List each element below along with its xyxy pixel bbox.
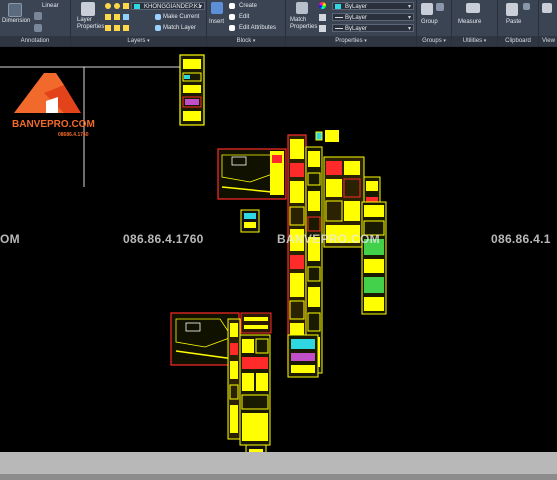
lineweight-value: ByLayer	[345, 15, 368, 21]
clipboard-panel: Paste Clipboard	[498, 0, 539, 46]
properties-panel-title-text: Properties	[335, 38, 363, 44]
lightbulb-icon[interactable]	[105, 3, 111, 9]
utilities-panel-title[interactable]: Utilities ▾	[452, 36, 497, 46]
table-icon[interactable]	[34, 24, 42, 32]
utilities-panel: Measure Utilities ▾	[452, 0, 498, 46]
sheet-group-small-detail	[240, 209, 260, 233]
color-dropdown[interactable]: ByLayer ▾	[332, 2, 414, 10]
lock-icon[interactable]	[123, 3, 129, 9]
chevron-down-icon: ▾	[483, 38, 487, 44]
properties-panel: Match Properties ByLayer ▾ ByLayer ▾ ByL…	[286, 0, 417, 46]
edit-block-button[interactable]: Edit	[239, 14, 249, 21]
layer-properties-icon[interactable]	[81, 2, 95, 16]
utilities-panel-title-text: Utilities	[462, 38, 483, 44]
layer-properties-button[interactable]: Layer Properties	[77, 17, 104, 31]
layer-dropdown[interactable]: KHONGGIANDEP.K1 ▾	[131, 2, 205, 10]
watermark-phone-right: 086.86.4.1	[491, 232, 551, 246]
sheet-group-plan-top	[217, 148, 287, 200]
copy-icon[interactable]	[523, 3, 530, 10]
chevron-down-icon: ▾	[407, 15, 411, 21]
match-layer-button[interactable]: Match Layer	[163, 25, 196, 32]
layers-panel-title[interactable]: Layers ▾	[71, 36, 206, 46]
match-properties-icon[interactable]	[296, 2, 308, 14]
linear-button[interactable]: Linear	[42, 3, 59, 10]
linetype-dropdown[interactable]: ByLayer ▾	[332, 24, 414, 32]
logo-phone: 08686.4.1760	[58, 132, 89, 138]
create-block-button[interactable]: Create	[239, 3, 257, 10]
status-bar-strip	[0, 474, 557, 480]
block-panel-title[interactable]: Block ▾	[207, 36, 285, 46]
linetype-value: ByLayer	[345, 26, 368, 32]
annotation-panel-title[interactable]: Annotation	[0, 36, 70, 46]
groups-panel-title-text: Groups	[422, 38, 442, 44]
current-layer-value: KHONGGIANDEP.K1	[144, 4, 202, 10]
paste-button[interactable]: Paste	[506, 19, 521, 26]
chevron-down-icon: ▾	[364, 38, 367, 44]
color-swatch	[335, 4, 341, 9]
groups-panel-title[interactable]: Groups ▾	[417, 36, 451, 46]
chevron-down-icon: ▾	[252, 38, 256, 44]
create-block-icon	[229, 3, 235, 9]
leader-icon[interactable]	[34, 12, 42, 20]
edit-block-icon	[229, 14, 235, 20]
make-current-icon	[155, 14, 161, 20]
insert-icon[interactable]	[211, 2, 223, 14]
watermark-left-fragment: OM	[0, 232, 20, 246]
lineweight-dropdown[interactable]: ByLayer ▾	[332, 13, 414, 21]
match-properties-button[interactable]: Match Properties	[290, 17, 317, 31]
dimension-icon[interactable]	[8, 3, 22, 17]
sun-icon[interactable]	[114, 3, 120, 9]
linetype-sample	[335, 28, 343, 29]
properties-panel-title[interactable]: Properties ▾	[286, 36, 416, 46]
layer-freeze-icon[interactable]	[123, 14, 129, 20]
block-panel: Insert Create Edit Edit Attributes Block…	[207, 0, 286, 46]
layers-panel: Layer Properties KHONGGIANDEP.K1 ▾ Make …	[71, 0, 207, 46]
view-panel-title[interactable]: View	[539, 36, 557, 46]
lineweight-sample	[335, 17, 343, 18]
banvepro-logo-icon	[14, 73, 81, 113]
annotation-panel: Dimension Linear Annotation	[0, 0, 71, 46]
edit-attributes-icon	[229, 25, 235, 31]
layer-isolate-icon[interactable]	[105, 14, 111, 20]
chevron-down-icon: ▾	[443, 38, 446, 44]
block-panel-title-text: Block	[236, 38, 252, 44]
watermark-phone-center: 086.86.4.1760	[123, 232, 204, 246]
watermark-brand-center: BANVEPRO.COM	[277, 232, 380, 246]
color-value: ByLayer	[345, 4, 368, 10]
chevron-down-icon: ▾	[147, 38, 150, 44]
make-current-button[interactable]: Make Current	[163, 14, 199, 21]
view-panel: View	[539, 0, 557, 46]
drawing-canvas[interactable]: OM 086.86.4.1760 BANVEPRO.COM 086.86.4.1…	[0, 47, 557, 452]
chevron-down-icon: ▾	[407, 4, 411, 10]
sheet-group-top	[179, 54, 205, 126]
linetype-icon	[319, 25, 326, 32]
ungroup-icon[interactable]	[436, 3, 444, 11]
match-layer-icon	[155, 25, 161, 31]
ribbon: Dimension Linear Annotation Layer Proper…	[0, 0, 557, 47]
group-icon[interactable]	[421, 3, 433, 15]
paste-icon[interactable]	[506, 3, 518, 16]
layer-walk-icon[interactable]	[105, 25, 111, 31]
layer-color-swatch	[134, 4, 140, 9]
measure-icon[interactable]	[466, 3, 480, 13]
layer-off-icon[interactable]	[114, 14, 120, 20]
measure-button[interactable]: Measure	[458, 19, 481, 26]
color-wheel-icon	[319, 2, 326, 9]
dimension-button[interactable]: Dimension	[2, 18, 30, 25]
layer-merge-icon[interactable]	[114, 25, 120, 31]
insert-button[interactable]: Insert	[209, 19, 224, 26]
chevron-down-icon: ▾	[198, 4, 202, 10]
layer-delete-icon[interactable]	[123, 25, 129, 31]
view-icon[interactable]	[542, 3, 552, 13]
groups-panel: Group Groups ▾	[417, 0, 452, 46]
layers-panel-title-text: Layers	[127, 38, 146, 44]
clipboard-panel-title[interactable]: Clipboard	[498, 36, 538, 46]
status-bar	[0, 452, 557, 480]
logo-name: BANVEPRO.COM	[12, 119, 95, 130]
chevron-down-icon: ▾	[407, 26, 411, 32]
lineweight-icon	[319, 14, 326, 21]
edit-attributes-button[interactable]: Edit Attributes	[239, 25, 276, 32]
group-button[interactable]: Group	[421, 19, 438, 26]
